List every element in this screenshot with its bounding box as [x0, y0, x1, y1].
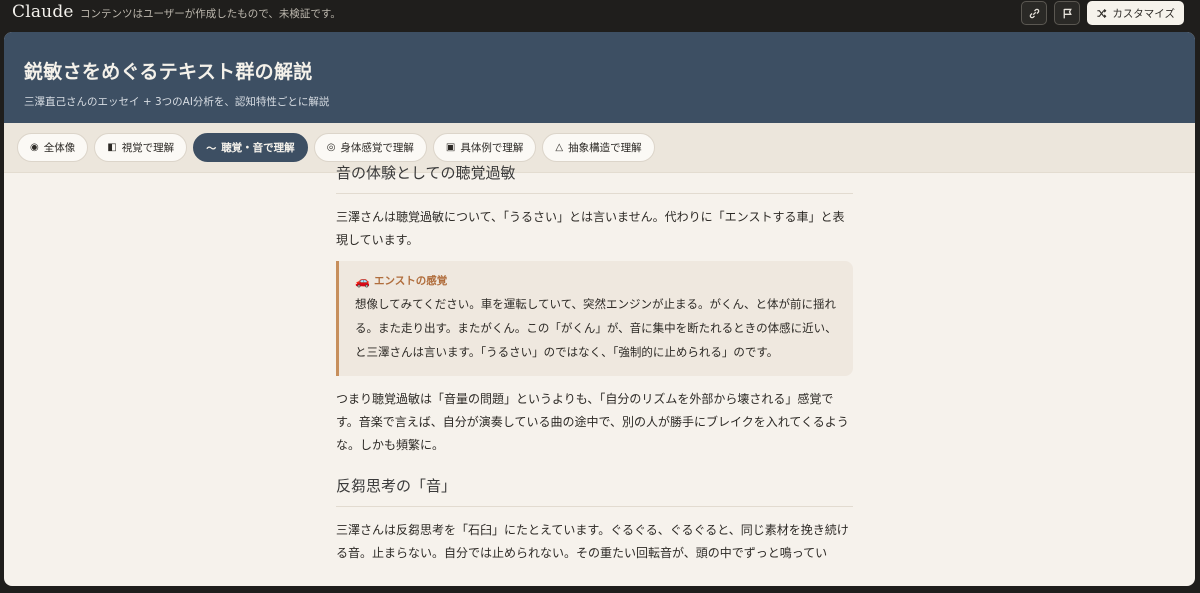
tab-auditory[interactable]: 〜 聴覚・音で理解	[193, 133, 308, 162]
car-icon: 🚗	[355, 273, 370, 288]
tab-label: 全体像	[43, 142, 76, 154]
copy-link-button[interactable]	[1021, 1, 1048, 25]
tab-label: 視覚で理解	[121, 142, 175, 154]
paragraph: 三澤さんは聴覚過敏について、「うるさい」とは言いません。代わりに「エンストする車…	[336, 210, 845, 247]
callout-title-text: エンストの感覚	[373, 275, 448, 287]
brand-logo[interactable]: Claude	[12, 2, 74, 22]
hero-header: 鋭敏さをめぐるテキスト群の解説 三澤直己さんのエッセイ + 3つのAI分析を、認…	[4, 32, 1195, 123]
paragraph: つまり聴覚過敏は「音量の問題」というよりも、「自分のリズムを外部から壊される」感…	[336, 392, 849, 452]
shuffle-icon	[1097, 8, 1107, 18]
tab-label: 抽象構造で理解	[568, 142, 642, 154]
customize-button[interactable]: カスタマイズ	[1087, 1, 1184, 25]
top-actions: カスタマイズ	[1021, 1, 1184, 25]
section-2: 反芻思考の「音」 三澤さんは反芻思考を「石臼」にたとえています。ぐるぐる、ぐるぐ…	[336, 475, 853, 565]
target-icon: ◎	[326, 142, 336, 153]
unverified-notice: コンテンツはユーザーが作成したもので、未検証です。	[80, 8, 341, 20]
tab-examples[interactable]: ▣ 具体例で理解	[432, 133, 537, 162]
radio-dot-icon: ◉	[30, 142, 39, 153]
customize-label: カスタマイズ	[1112, 7, 1175, 20]
tab-label: 具体例で理解	[460, 142, 524, 154]
triangle-icon: △	[555, 142, 564, 153]
tab-label: 身体感覚で理解	[340, 142, 414, 154]
callout-box: 🚗 エンストの感覚 想像してみてください。車を運転していて、突然エンジンが止まる…	[336, 261, 853, 376]
boxed-square-icon: ▣	[445, 142, 456, 153]
flag-icon	[1063, 8, 1072, 18]
callout-title: 🚗 エンストの感覚	[355, 273, 837, 288]
report-button[interactable]	[1054, 1, 1081, 25]
section-heading: 音の体験としての聴覚過敏	[336, 162, 853, 194]
tab-label: 聴覚・音で理解	[221, 142, 295, 154]
tab-abstract[interactable]: △ 抽象構造で理解	[542, 133, 655, 162]
tab-overview[interactable]: ◉ 全体像	[17, 133, 89, 162]
page-subtitle: 三澤直己さんのエッセイ + 3つのAI分析を、認知特性ごとに解説	[24, 96, 330, 108]
section-heading: 反芻思考の「音」	[336, 475, 853, 507]
page-title: 鋭敏さをめぐるテキスト群の解説	[24, 61, 313, 83]
half-square-icon: ◧	[107, 142, 117, 153]
tab-visual[interactable]: ◧ 視覚で理解	[94, 133, 188, 162]
top-bar: Claude コンテンツはユーザーが作成したもので、未検証です。 カスタマイズ	[0, 0, 1200, 28]
callout-body: 想像してみてください。車を運転していて、突然エンジンが止まる。がくん、と体が前に…	[355, 297, 837, 359]
link-icon	[1029, 8, 1040, 18]
article-content: 音の体験としての聴覚過敏 三澤さんは聴覚過敏について、「うるさい」とは言いません…	[336, 162, 853, 565]
wave-icon: 〜	[206, 144, 217, 155]
paragraph: 三澤さんは反芻思考を「石臼」にたとえています。ぐるぐる、ぐるぐると、同じ素材を挽…	[336, 523, 849, 560]
tab-somatic[interactable]: ◎ 身体感覚で理解	[313, 133, 427, 162]
